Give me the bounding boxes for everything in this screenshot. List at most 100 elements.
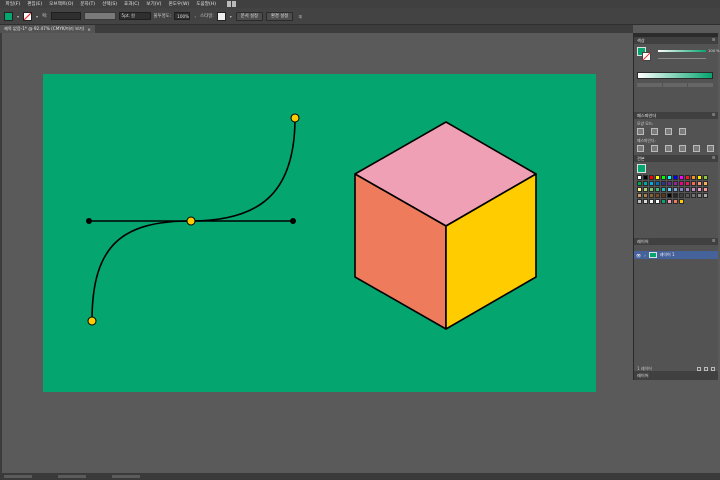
- swatch[interactable]: [667, 187, 672, 192]
- swatch[interactable]: [643, 175, 648, 180]
- menu-effect[interactable]: 효과(C): [121, 1, 143, 7]
- swatch[interactable]: [643, 181, 648, 186]
- menu-view[interactable]: 보기(V): [143, 1, 165, 7]
- swatch[interactable]: [667, 193, 672, 198]
- swatch[interactable]: [649, 187, 654, 192]
- preferences-button[interactable]: 환경 설정: [265, 11, 294, 21]
- swatches-panel-header[interactable]: 견본 ≡: [634, 155, 718, 162]
- stroke-swatch[interactable]: [642, 52, 651, 61]
- swatch[interactable]: [655, 193, 660, 198]
- swatch[interactable]: [685, 175, 690, 180]
- swatch[interactable]: [685, 187, 690, 192]
- zoom-field[interactable]: [4, 475, 32, 478]
- swatch[interactable]: [637, 181, 642, 186]
- crop-icon[interactable]: [679, 145, 686, 152]
- swatch[interactable]: [703, 187, 708, 192]
- swatch[interactable]: [661, 199, 666, 204]
- swatch[interactable]: [703, 175, 708, 180]
- swatch[interactable]: [697, 181, 702, 186]
- chevron-down-icon[interactable]: ▾: [16, 14, 20, 19]
- opacity-field[interactable]: 100%: [174, 12, 191, 20]
- color-panel-header[interactable]: 색상 ≡: [634, 37, 718, 44]
- chevron-down-icon[interactable]: ▾: [35, 14, 39, 19]
- menu-type[interactable]: 문자(T): [77, 1, 99, 7]
- swatch[interactable]: [697, 175, 702, 180]
- swatch[interactable]: [691, 193, 696, 198]
- swatch[interactable]: [661, 181, 666, 186]
- artboard-navigation[interactable]: [58, 475, 86, 478]
- swatch[interactable]: [685, 181, 690, 186]
- swatches-fill-indicator[interactable]: [637, 164, 646, 173]
- stroke-color-swatch[interactable]: [23, 11, 32, 21]
- swatch[interactable]: [691, 175, 696, 180]
- anchor-point-start[interactable]: [87, 316, 97, 326]
- fill-color-swatch[interactable]: [4, 11, 13, 21]
- swatch[interactable]: [667, 175, 672, 180]
- swatch[interactable]: [655, 175, 660, 180]
- document-tab[interactable]: 제목 없음-1* @ 92.47% (CMYK/미리 보기) ×: [0, 25, 95, 33]
- chevron-right-icon[interactable]: ›: [644, 253, 646, 258]
- color-value-slider[interactable]: [658, 58, 706, 59]
- unite-icon[interactable]: [637, 128, 644, 135]
- trim-icon[interactable]: [651, 145, 658, 152]
- swatch[interactable]: [643, 193, 648, 198]
- direction-handle-left[interactable]: [86, 218, 92, 224]
- color-slider-value[interactable]: 100: [708, 48, 715, 53]
- swatch[interactable]: [679, 193, 684, 198]
- swatch[interactable]: [697, 187, 702, 192]
- swatch[interactable]: [685, 193, 690, 198]
- layers-panel-header[interactable]: 레이어 ≡: [634, 238, 718, 245]
- direction-handle-right[interactable]: [290, 218, 296, 224]
- divide-icon[interactable]: [637, 145, 644, 152]
- swatch[interactable]: [649, 175, 654, 180]
- panel-menu-icon[interactable]: ≡: [712, 239, 716, 244]
- swatch[interactable]: [637, 175, 642, 180]
- panel-menu-icon[interactable]: ≡: [712, 113, 716, 118]
- swatch[interactable]: [637, 187, 642, 192]
- swatch[interactable]: [649, 199, 654, 204]
- menu-edit[interactable]: 편집(E): [24, 1, 46, 7]
- menu-select[interactable]: 선택(S): [99, 1, 121, 7]
- swatch[interactable]: [679, 199, 684, 204]
- layer-name[interactable]: 레이어 1: [660, 252, 675, 258]
- menu-help[interactable]: 도움말(H): [193, 1, 220, 7]
- swatch[interactable]: [703, 181, 708, 186]
- swatch[interactable]: [649, 181, 654, 186]
- swatch[interactable]: [661, 193, 666, 198]
- panel-menu-icon[interactable]: ≡: [712, 38, 716, 43]
- artboard[interactable]: [43, 74, 596, 392]
- swatch[interactable]: [691, 187, 696, 192]
- anchor-point-end[interactable]: [290, 113, 300, 123]
- pathfinder-panel-header[interactable]: 패스파인더 ≡: [634, 112, 718, 119]
- close-icon[interactable]: ×: [87, 27, 91, 32]
- swatch[interactable]: [667, 199, 672, 204]
- opacity-label[interactable]: 불투명도:: [154, 13, 172, 19]
- stroke-weight-dropdown[interactable]: [50, 12, 81, 20]
- swatch[interactable]: [655, 181, 660, 186]
- graphic-style-swatch[interactable]: [216, 11, 226, 21]
- swatch[interactable]: [667, 181, 672, 186]
- swatch[interactable]: [679, 181, 684, 186]
- color-slider[interactable]: [658, 50, 706, 52]
- minus-back-icon[interactable]: [707, 145, 714, 152]
- swatch[interactable]: [637, 193, 642, 198]
- swatch[interactable]: [673, 187, 678, 192]
- swatch[interactable]: [643, 199, 648, 204]
- variable-width-field[interactable]: [83, 12, 116, 20]
- swatch[interactable]: [697, 193, 702, 198]
- layers-collapsed-panel[interactable]: 레이어: [633, 371, 718, 380]
- minus-front-icon[interactable]: [651, 128, 658, 135]
- swatch[interactable]: [691, 181, 696, 186]
- swatch[interactable]: [673, 193, 678, 198]
- swatch[interactable]: [679, 187, 684, 192]
- swatch[interactable]: [637, 199, 642, 204]
- swatch[interactable]: [643, 187, 648, 192]
- swatch[interactable]: [655, 199, 660, 204]
- swatch[interactable]: [673, 199, 678, 204]
- eye-icon[interactable]: 👁: [636, 253, 641, 258]
- merge-icon[interactable]: [665, 145, 672, 152]
- color-spectrum-bar[interactable]: [637, 72, 713, 79]
- brush-style-dropdown[interactable]: 5pt. 원: [118, 12, 151, 20]
- swatch[interactable]: [679, 175, 684, 180]
- layer-row[interactable]: 👁 › 레이어 1: [634, 251, 718, 259]
